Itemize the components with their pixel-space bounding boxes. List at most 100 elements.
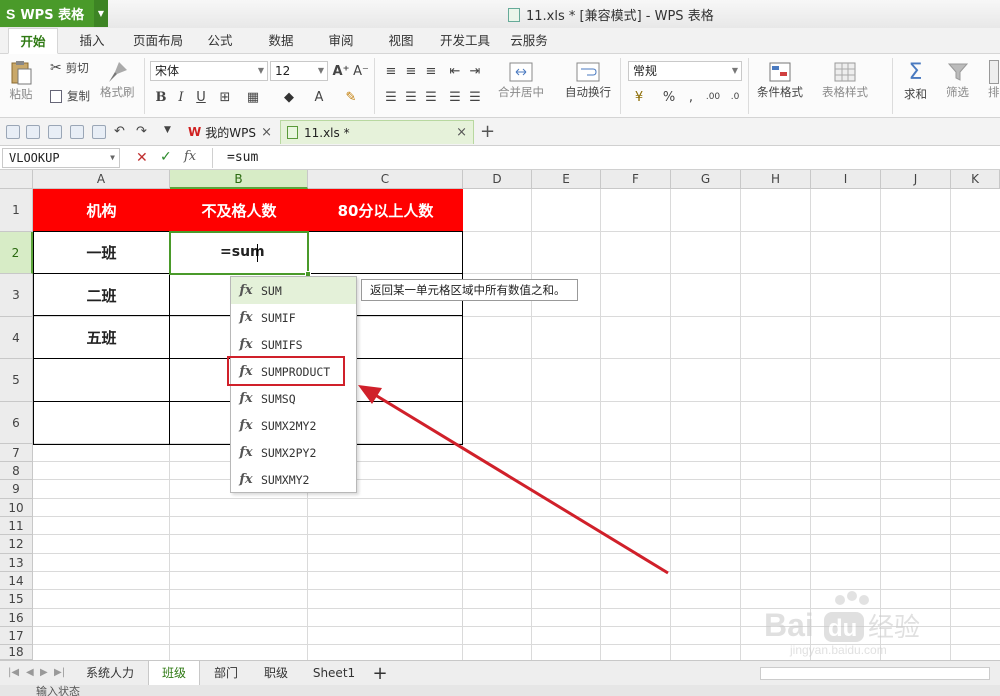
row-header-11[interactable]: 11 xyxy=(0,517,33,535)
horizontal-scrollbar[interactable] xyxy=(760,667,990,680)
filter-button[interactable]: 筛选 xyxy=(946,60,969,100)
row-header-3[interactable]: 3 xyxy=(0,274,33,317)
undo-icon[interactable]: ↶ xyxy=(114,124,125,139)
row-header-9[interactable]: 9 xyxy=(0,480,33,499)
column-header-b[interactable]: B xyxy=(170,170,308,189)
row-header-10[interactable]: 10 xyxy=(0,499,33,517)
clear-format-icon[interactable]: ✎ xyxy=(342,88,360,106)
column-header-g[interactable]: G xyxy=(671,170,741,189)
row-header-14[interactable]: 14 xyxy=(0,572,33,590)
italic-button[interactable]: I xyxy=(172,88,190,106)
currency-icon[interactable]: ¥ xyxy=(630,88,648,106)
column-header-d[interactable]: D xyxy=(463,170,532,189)
column-header-c[interactable]: C xyxy=(308,170,463,189)
row-header-6[interactable]: 6 xyxy=(0,402,33,444)
autocomplete-item-sumifs[interactable]: fx SUMIFS xyxy=(231,331,356,358)
column-header-e[interactable]: E xyxy=(532,170,601,189)
row-header-12[interactable]: 12 xyxy=(0,535,33,554)
font-color-icon[interactable]: A xyxy=(310,88,328,106)
autocomplete-item-sumsq[interactable]: fx SUMSQ xyxy=(231,385,356,412)
shrink-font-icon[interactable]: A⁻ xyxy=(352,62,370,80)
doc-tab-my-wps[interactable]: W 我的WPS × xyxy=(182,120,278,144)
tab-cloud[interactable]: 云服务 xyxy=(504,28,554,54)
preview-icon[interactable] xyxy=(92,125,106,139)
close-icon[interactable]: × xyxy=(456,125,467,140)
folder-icon[interactable] xyxy=(6,125,20,139)
cond-format-button[interactable]: 条件格式 xyxy=(757,60,803,100)
first-sheet-icon[interactable]: |◀ xyxy=(8,667,19,678)
new-tab-plus-icon[interactable]: + xyxy=(480,121,495,142)
close-icon[interactable]: × xyxy=(261,125,272,140)
indent-decrease-icon[interactable]: ⇤ xyxy=(446,62,464,80)
column-header-i[interactable]: I xyxy=(811,170,881,189)
align-center-icon[interactable]: ☰ xyxy=(402,88,420,106)
cell-a2[interactable]: 一班 xyxy=(34,232,169,273)
customize-caret-icon[interactable]: ▼ xyxy=(164,125,171,135)
column-header-f[interactable]: F xyxy=(601,170,671,189)
select-all-corner[interactable] xyxy=(0,170,33,189)
autocomplete-item-sumx2py2[interactable]: fx SUMX2PY2 xyxy=(231,439,356,466)
export-pdf-icon[interactable] xyxy=(70,125,84,139)
sort-button[interactable]: 排 xyxy=(988,60,1000,100)
tab-data[interactable]: 数据 xyxy=(261,28,301,54)
row-header-8[interactable]: 8 xyxy=(0,462,33,480)
align-right-icon[interactable]: ☰ xyxy=(422,88,440,106)
next-sheet-icon[interactable]: ▶ xyxy=(40,667,48,678)
table-style-button[interactable]: 表格样式 xyxy=(822,60,868,100)
cell-a4[interactable]: 五班 xyxy=(34,317,169,358)
row-header-2[interactable]: 2 xyxy=(0,232,33,274)
align-bottom-icon[interactable]: ≡ xyxy=(422,62,440,80)
row-header-7[interactable]: 7 xyxy=(0,444,33,462)
align-left-icon[interactable]: ☰ xyxy=(382,88,400,106)
cell-style-icon[interactable]: ▦ xyxy=(244,88,262,106)
formula-input[interactable]: =sum xyxy=(212,148,998,168)
fill-color-icon[interactable]: ◆ xyxy=(280,88,298,106)
cell-c1-header[interactable]: 80分以上人数 xyxy=(308,189,463,232)
wrap-text-button[interactable]: 自动换行 xyxy=(565,60,611,100)
font-size-select[interactable]: 12 ▼ xyxy=(270,61,328,81)
autocomplete-item-sumx2my2[interactable]: fx SUMX2MY2 xyxy=(231,412,356,439)
cell-a5[interactable] xyxy=(34,359,169,401)
tab-insert[interactable]: 插入 xyxy=(72,28,112,54)
app-menu-caret-icon[interactable]: ▼ xyxy=(94,0,108,27)
percent-button[interactable]: % xyxy=(660,88,678,106)
cancel-icon[interactable]: ✕ xyxy=(136,150,148,166)
row-header-4[interactable]: 4 xyxy=(0,317,33,359)
check-icon[interactable]: ✓ xyxy=(160,149,172,165)
merge-center-button[interactable]: 合并居中 xyxy=(498,60,544,100)
autocomplete-item-sumxmy2[interactable]: fx SUMXMY2 xyxy=(231,466,356,493)
number-format-select[interactable]: 常规 ▼ xyxy=(628,61,742,81)
insert-function-button[interactable]: fx xyxy=(184,149,196,164)
align-middle-icon[interactable]: ≡ xyxy=(402,62,420,80)
column-header-j[interactable]: J xyxy=(881,170,951,189)
print-icon[interactable] xyxy=(48,125,62,139)
tab-page-layout[interactable]: 页面布局 xyxy=(126,28,190,54)
tab-developer[interactable]: 开发工具 xyxy=(436,28,494,54)
row-header-16[interactable]: 16 xyxy=(0,609,33,627)
sheet-tab-zhiji[interactable]: 职级 xyxy=(252,661,300,686)
row-header-15[interactable]: 15 xyxy=(0,590,33,609)
font-name-select[interactable]: 宋体 ▼ xyxy=(150,61,268,81)
tab-review[interactable]: 审阅 xyxy=(321,28,361,54)
redo-icon[interactable]: ↷ xyxy=(136,124,147,139)
grow-font-icon[interactable]: A⁺ xyxy=(332,62,350,80)
cell-a6[interactable] xyxy=(34,402,169,444)
border-icon[interactable]: ⊞ xyxy=(216,88,234,106)
underline-button[interactable]: U xyxy=(192,88,210,106)
prev-sheet-icon[interactable]: ◀ xyxy=(26,667,34,678)
sheet-tab-bumen[interactable]: 部门 xyxy=(204,661,248,686)
column-header-h[interactable]: H xyxy=(741,170,811,189)
app-menu-button[interactable]: S WPS 表格 ▼ xyxy=(0,0,108,27)
last-sheet-icon[interactable]: ▶| xyxy=(54,667,65,678)
thousands-icon[interactable]: , xyxy=(682,88,700,106)
column-header-a[interactable]: A xyxy=(33,170,170,189)
paste-button[interactable]: 粘贴 xyxy=(8,60,34,102)
row-header-13[interactable]: 13 xyxy=(0,554,33,572)
tab-formulas[interactable]: 公式 xyxy=(200,28,240,54)
indent-increase-icon[interactable]: ⇥ xyxy=(466,62,484,80)
format-painter-button[interactable]: 格式刷 xyxy=(100,60,135,100)
align-top-icon[interactable]: ≡ xyxy=(382,62,400,80)
cell-a3[interactable]: 二班 xyxy=(34,274,169,316)
cell-b1-header[interactable]: 不及格人数 xyxy=(170,189,308,232)
sheet-tab-banji[interactable]: 班级 xyxy=(148,661,200,686)
